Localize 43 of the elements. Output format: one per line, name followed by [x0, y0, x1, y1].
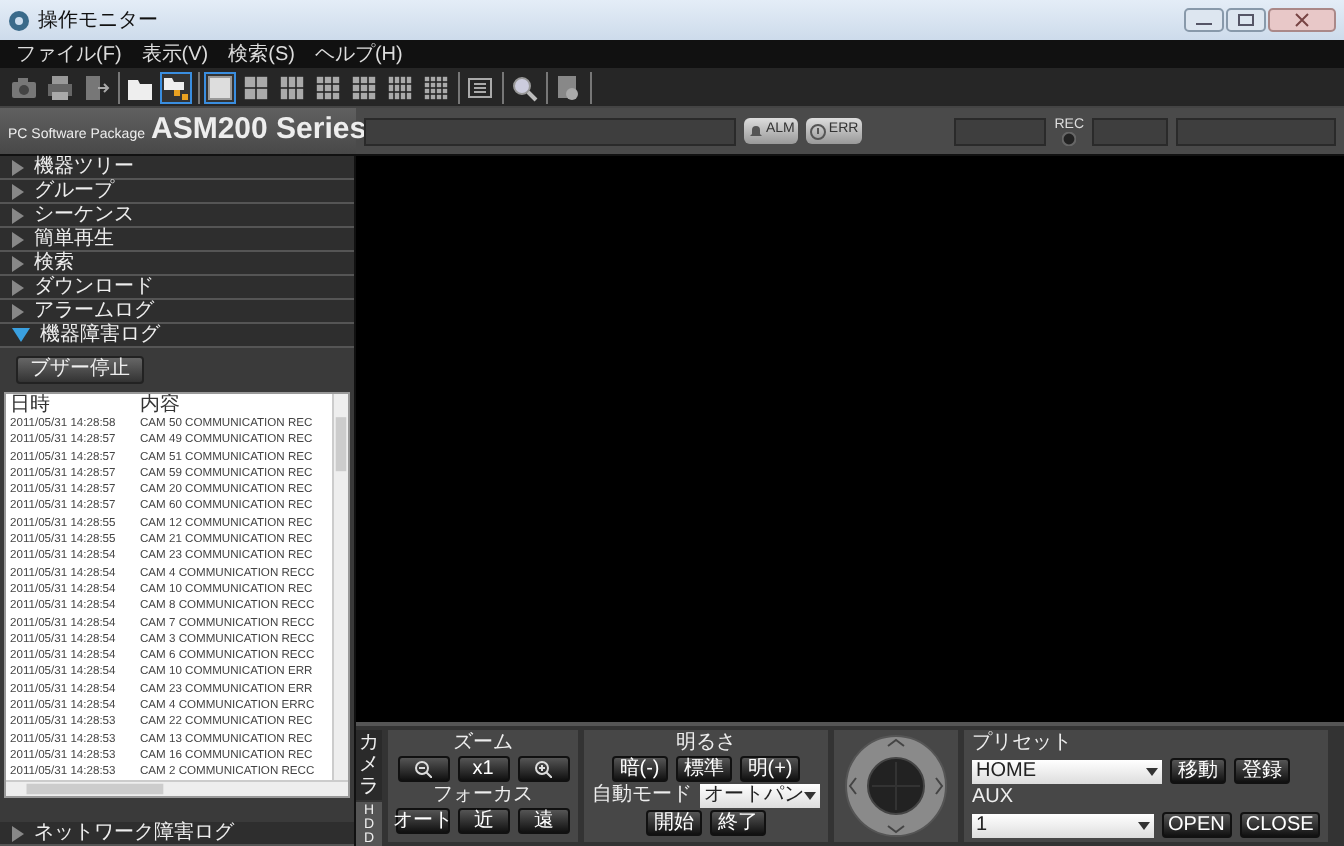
control-button[interactable]: OPEN: [1161, 812, 1232, 838]
sidebar-item[interactable]: グループ: [0, 180, 354, 204]
sidebar-item[interactable]: ネットワーク障害ログ: [0, 822, 354, 846]
dropdown[interactable]: HOME: [972, 759, 1162, 783]
menu-item[interactable]: 検索(S): [228, 39, 295, 69]
control-button[interactable]: CLOSE: [1239, 812, 1320, 838]
buzzer-stop-button[interactable]: ブザー停止: [16, 356, 144, 384]
sidebar-item[interactable]: 検索: [0, 252, 354, 276]
control-button[interactable]: 移動: [1170, 758, 1226, 784]
sidebar-item[interactable]: シーケンス: [0, 204, 354, 228]
sidebar-item[interactable]: 機器障害ログ: [0, 324, 354, 348]
group-label: AUX: [972, 786, 1016, 810]
dropdown-value: オートパン: [704, 786, 804, 806]
product-name: ASM200 Series: [150, 114, 367, 144]
dropdown[interactable]: オートパン: [700, 784, 820, 808]
window-title: 操作モニター: [38, 7, 158, 35]
control-button[interactable]: 終了: [710, 810, 766, 836]
control-button[interactable]: 近: [458, 808, 510, 834]
group-label: フォーカス: [431, 784, 535, 806]
control-button[interactable]: 開始: [646, 810, 702, 836]
control-button[interactable]: 標準: [675, 756, 732, 782]
group-label: 明るさ: [674, 732, 738, 754]
tab[interactable]: カメラ: [356, 730, 382, 800]
menu-item[interactable]: ファイル(F): [16, 39, 122, 69]
dropdown[interactable]: 1: [972, 813, 1154, 837]
menu-item[interactable]: 表示(V): [141, 39, 209, 69]
dropdown-value: HOME: [976, 761, 1036, 781]
control-button[interactable]: 遠: [518, 808, 570, 834]
control-button[interactable]: 明(+): [739, 756, 801, 782]
dropdown-value: 1: [976, 815, 988, 835]
control-button[interactable]: オート: [396, 808, 450, 834]
field-label: 自動モード: [592, 784, 692, 808]
group-label: プリセット: [972, 732, 1074, 756]
sidebar-item[interactable]: アラームログ: [0, 300, 354, 324]
column-header[interactable]: 日時: [6, 394, 140, 416]
sidebar-item[interactable]: ダウンロード: [0, 276, 354, 300]
menu-item[interactable]: ヘルプ(H): [314, 39, 403, 69]
sidebar-item[interactable]: 機器ツリー: [0, 156, 354, 180]
sidebar-item[interactable]: 簡単再生: [0, 228, 354, 252]
group-label: ズーム: [451, 732, 515, 754]
control-button[interactable]: x1: [457, 756, 509, 782]
control-button[interactable]: 暗(-): [611, 756, 668, 782]
control-button[interactable]: 登録: [1234, 758, 1290, 784]
